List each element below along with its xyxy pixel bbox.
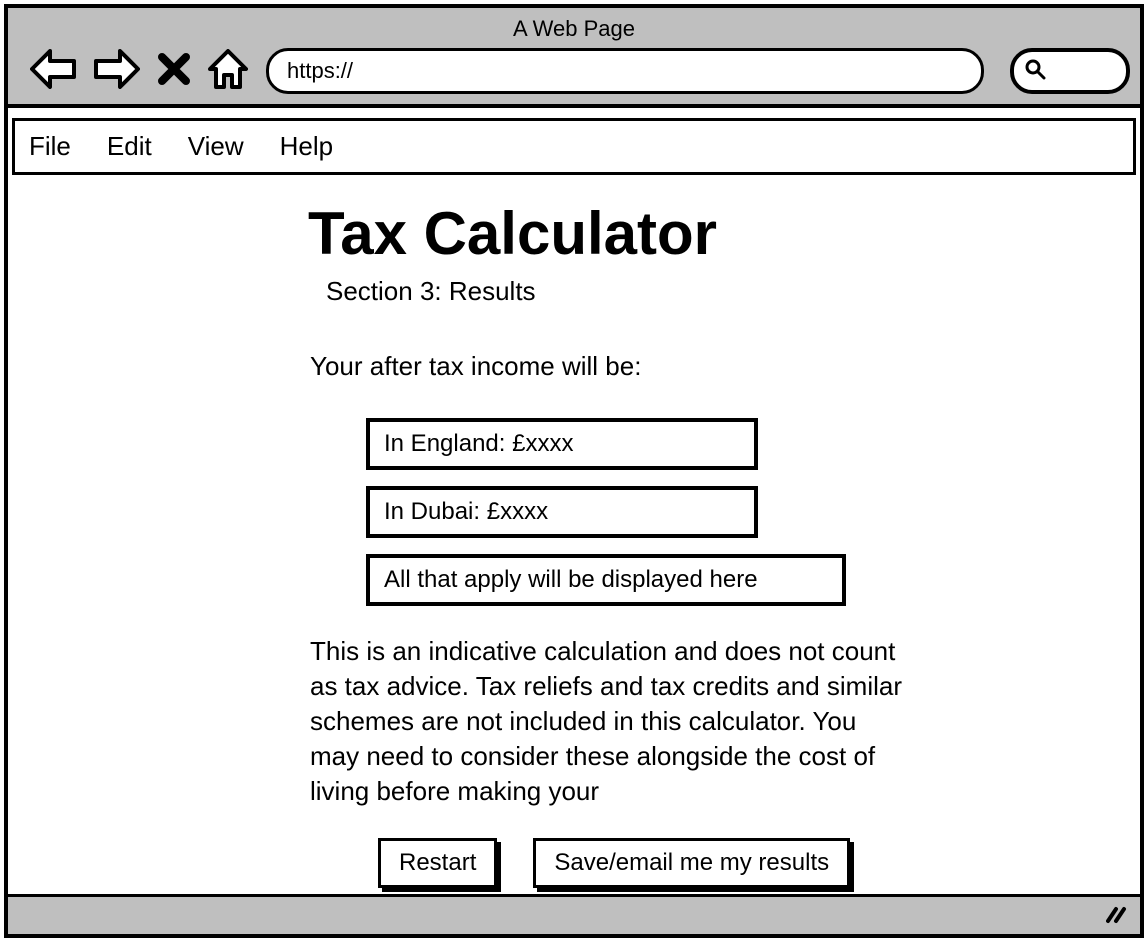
stop-x-icon[interactable] — [158, 53, 190, 90]
menu-item-edit[interactable]: Edit — [107, 131, 152, 162]
action-row: Restart Save/email me my results — [378, 838, 850, 888]
browser-toolbar: https:// — [18, 48, 1130, 94]
save-email-button[interactable]: Save/email me my results — [533, 838, 850, 888]
result-england: In England: £xxxx — [366, 418, 758, 470]
forward-arrow-icon[interactable] — [94, 49, 140, 94]
results-intro: Your after tax income will be: — [310, 351, 1140, 382]
page-title: Tax Calculator — [308, 199, 1140, 268]
menu-item-view[interactable]: View — [188, 131, 244, 162]
status-bar — [8, 894, 1140, 934]
app-body: File Edit View Help Tax Calculator Secti… — [8, 108, 1140, 934]
browser-window: A Web Page https:// — [4, 4, 1144, 938]
menu-item-file[interactable]: File — [29, 131, 71, 162]
search-icon — [1024, 58, 1046, 85]
browser-chrome: A Web Page https:// — [8, 8, 1140, 108]
url-bar[interactable]: https:// — [266, 48, 984, 94]
result-note: All that apply will be displayed here — [366, 554, 846, 606]
resize-handle-icon[interactable] — [1106, 905, 1130, 930]
home-icon[interactable] — [208, 49, 248, 94]
nav-icons — [18, 49, 248, 94]
results-list: In England: £xxxx In Dubai: £xxxx All th… — [366, 418, 1140, 606]
browser-title: A Web Page — [18, 14, 1130, 48]
restart-button[interactable]: Restart — [378, 838, 497, 888]
result-dubai: In Dubai: £xxxx — [366, 486, 758, 538]
section-label: Section 3: Results — [326, 276, 1140, 307]
content-area: Tax Calculator Section 3: Results Your a… — [8, 175, 1140, 894]
back-arrow-icon[interactable] — [30, 49, 76, 94]
menu-item-help[interactable]: Help — [280, 131, 333, 162]
search-pill[interactable] — [1010, 48, 1130, 94]
menu-bar: File Edit View Help — [12, 118, 1136, 175]
disclaimer-text: This is an indicative calculation and do… — [310, 634, 902, 809]
url-text: https:// — [287, 58, 353, 84]
